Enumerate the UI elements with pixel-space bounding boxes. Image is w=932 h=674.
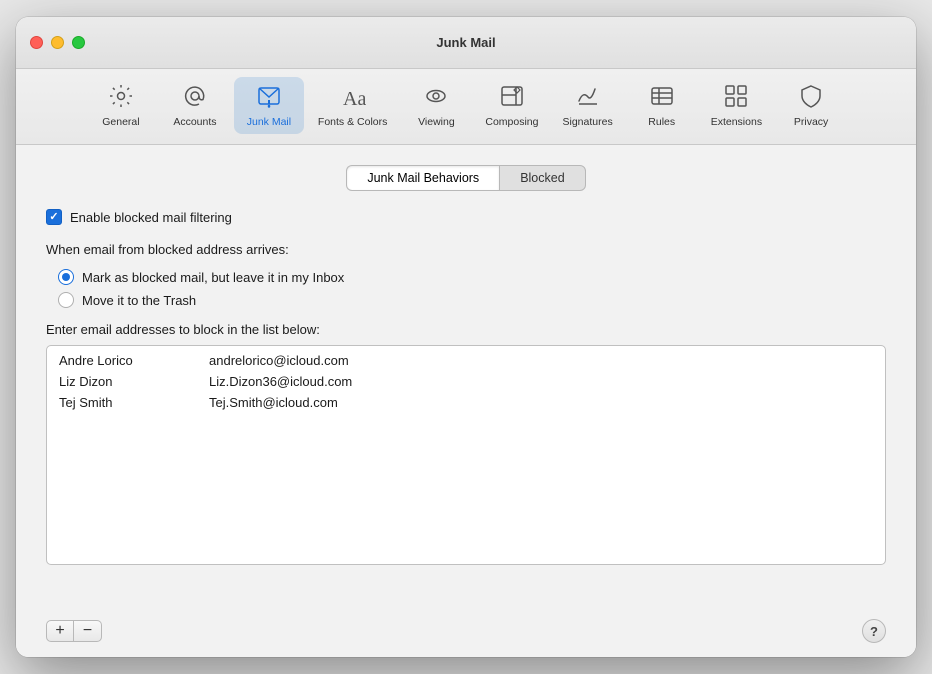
email-name-2: Tej Smith <box>59 395 179 410</box>
radio-option2[interactable] <box>58 292 74 308</box>
table-row[interactable]: Liz Dizon Liz.Dizon36@icloud.com <box>47 371 885 392</box>
toolbar-label-signatures: Signatures <box>563 116 613 128</box>
close-button[interactable] <box>30 36 43 49</box>
content-area: Junk Mail Behaviors Blocked ✓ Enable blo… <box>16 145 916 609</box>
radio-option1-row[interactable]: Mark as blocked mail, but leave it in my… <box>58 269 886 285</box>
composing-icon <box>499 83 525 113</box>
email-list[interactable]: Andre Lorico andrelorico@icloud.com Liz … <box>46 345 886 565</box>
extensions-icon <box>723 83 749 113</box>
toolbar-item-privacy[interactable]: Privacy <box>776 77 846 134</box>
toolbar-label-junk-mail: Junk Mail <box>247 116 291 128</box>
when-email-text: When email from blocked address arrives: <box>46 241 886 259</box>
toolbar-item-junk-mail[interactable]: Junk Mail <box>234 77 304 134</box>
list-controls: + − <box>46 620 102 642</box>
radio-option1[interactable] <box>58 269 74 285</box>
radio-option1-fill <box>62 273 70 281</box>
email-list-section: Enter email addresses to block in the li… <box>46 322 886 565</box>
mail-preferences-window: Junk Mail General Accounts <box>16 17 916 657</box>
toolbar-item-accounts[interactable]: Accounts <box>160 77 230 134</box>
rules-icon <box>649 83 675 113</box>
radio-group: Mark as blocked mail, but leave it in my… <box>46 269 886 308</box>
toolbar-item-composing[interactable]: Composing <box>475 77 548 134</box>
toolbar: General Accounts Junk Mail <box>16 69 916 145</box>
toolbar-item-rules[interactable]: Rules <box>627 77 697 134</box>
settings-section: ✓ Enable blocked mail filtering When ema… <box>46 209 886 565</box>
toolbar-label-rules: Rules <box>648 116 675 128</box>
gear-icon <box>108 83 134 113</box>
minimize-button[interactable] <box>51 36 64 49</box>
tab-blocked[interactable]: Blocked <box>499 165 585 191</box>
maximize-button[interactable] <box>72 36 85 49</box>
junk-mail-icon <box>256 83 282 113</box>
toolbar-label-accounts: Accounts <box>173 116 216 128</box>
font-icon: Aa <box>340 83 366 113</box>
toolbar-label-extensions: Extensions <box>711 116 762 128</box>
table-row[interactable]: Andre Lorico andrelorico@icloud.com <box>47 350 885 371</box>
radio-option1-label: Mark as blocked mail, but leave it in my… <box>82 270 344 285</box>
checkmark-icon: ✓ <box>49 212 58 223</box>
tab-junk-mail-behaviors[interactable]: Junk Mail Behaviors <box>346 165 499 191</box>
radio-option2-label: Move it to the Trash <box>82 293 196 308</box>
window-title: Junk Mail <box>436 35 495 50</box>
email-name-0: Andre Lorico <box>59 353 179 368</box>
toolbar-label-privacy: Privacy <box>794 116 828 128</box>
tab-bar: Junk Mail Behaviors Blocked <box>46 165 886 191</box>
enable-filtering-label: Enable blocked mail filtering <box>70 210 232 225</box>
toolbar-item-fonts-colors[interactable]: Aa Fonts & Colors <box>308 77 397 134</box>
privacy-icon <box>798 83 824 113</box>
toolbar-label-general: General <box>102 116 139 128</box>
toolbar-item-general[interactable]: General <box>86 77 156 134</box>
email-address-1: Liz.Dizon36@icloud.com <box>209 374 352 389</box>
remove-entry-button[interactable]: − <box>74 620 102 642</box>
add-entry-button[interactable]: + <box>46 620 74 642</box>
table-row[interactable]: Tej Smith Tej.Smith@icloud.com <box>47 392 885 413</box>
email-list-label: Enter email addresses to block in the li… <box>46 322 886 337</box>
email-name-1: Liz Dizon <box>59 374 179 389</box>
toolbar-item-signatures[interactable]: Signatures <box>553 77 623 134</box>
toolbar-item-extensions[interactable]: Extensions <box>701 77 772 134</box>
signatures-icon <box>575 83 601 113</box>
email-address-2: Tej.Smith@icloud.com <box>209 395 338 410</box>
radio-option2-row[interactable]: Move it to the Trash <box>58 292 886 308</box>
email-address-0: andrelorico@icloud.com <box>209 353 349 368</box>
help-button[interactable]: ? <box>862 619 886 643</box>
enable-filtering-checkbox[interactable]: ✓ <box>46 209 62 225</box>
toolbar-label-fonts-colors: Fonts & Colors <box>318 116 387 128</box>
toolbar-label-composing: Composing <box>485 116 538 128</box>
at-icon <box>182 83 208 113</box>
viewing-icon <box>423 83 449 113</box>
title-bar: Junk Mail <box>16 17 916 69</box>
bottom-bar: + − ? <box>16 609 916 657</box>
traffic-lights <box>30 36 85 49</box>
enable-filtering-row: ✓ Enable blocked mail filtering <box>46 209 886 225</box>
toolbar-item-viewing[interactable]: Viewing <box>401 77 471 134</box>
svg-text:Aa: Aa <box>343 88 366 109</box>
toolbar-label-viewing: Viewing <box>418 116 455 128</box>
